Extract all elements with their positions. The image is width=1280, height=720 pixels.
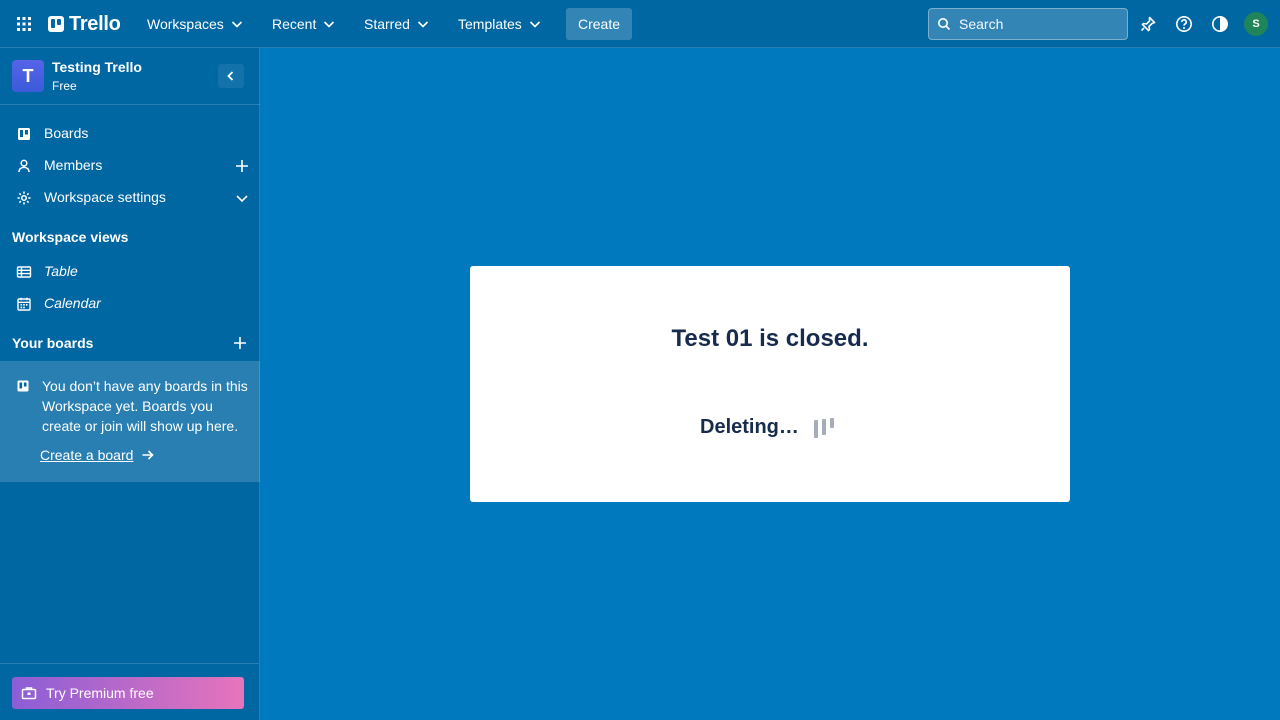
loading-spinner-icon (814, 418, 836, 438)
sidebar-item-members[interactable]: Members (0, 149, 259, 181)
chevron-down-icon (324, 21, 335, 28)
chevron-down-icon (417, 21, 428, 28)
sidebar-item-table[interactable]: Table (0, 255, 259, 287)
add-board-icon[interactable] (232, 335, 248, 351)
sidebar-item-workspace-settings[interactable]: Workspace settings (0, 181, 259, 213)
table-icon (16, 266, 32, 278)
your-boards-heading: Your boards (12, 335, 94, 351)
sidebar-item-boards[interactable]: Boards (0, 117, 259, 149)
create-board-link-label: Create a board (40, 447, 134, 463)
sidebar-item-label: Calendar (44, 295, 101, 311)
top-header: Trello Workspaces Recent Starred Templat… (0, 0, 1280, 48)
briefcase-icon (21, 687, 37, 700)
sidebar-item-label: Members (44, 157, 103, 173)
nav-recent[interactable]: Recent (272, 8, 336, 40)
try-premium-label: Try Premium free (46, 685, 154, 701)
board-icon (17, 380, 29, 392)
search-icon (938, 18, 951, 31)
trello-logo-icon (48, 16, 64, 32)
workspace-header: T Testing Trello Free (0, 48, 260, 105)
add-member-icon[interactable] (234, 158, 250, 174)
nav-templates[interactable]: Templates (458, 8, 542, 40)
empty-boards-panel: You don’t have any boards in this Worksp… (0, 361, 260, 482)
deleting-status: Deleting… (700, 416, 799, 438)
logo-text: Trello (69, 12, 121, 35)
board-icon (18, 128, 30, 140)
chevron-left-icon (227, 71, 234, 81)
gear-icon (17, 191, 31, 205)
chevron-down-icon (236, 195, 248, 203)
nav-starred[interactable]: Starred (364, 8, 430, 40)
premium-section: Try Premium free (0, 663, 259, 720)
workspace-name[interactable]: Testing Trello (52, 59, 142, 75)
trello-logo[interactable]: Trello (48, 12, 121, 35)
sidebar-item-label: Workspace settings (44, 189, 166, 205)
arrow-right-icon (142, 450, 155, 460)
nav-templates-label: Templates (458, 16, 522, 32)
board-closed-dialog: Test 01 is closed. Deleting… (470, 266, 1070, 502)
sidebar-item-calendar[interactable]: Calendar (0, 287, 259, 319)
workspace-plan: Free (52, 79, 77, 93)
search-box[interactable] (928, 8, 1128, 40)
workspace-avatar[interactable]: T (12, 60, 44, 92)
sidebar-item-label: Boards (44, 125, 89, 141)
avatar[interactable]: S (1244, 12, 1268, 36)
create-board-link[interactable]: Create a board (40, 447, 155, 463)
nav-workspaces[interactable]: Workspaces (147, 8, 244, 40)
theme-toggle-icon[interactable] (1208, 12, 1232, 36)
empty-boards-message: You don’t have any boards in this Worksp… (42, 378, 248, 434)
nav-starred-label: Starred (364, 16, 410, 32)
sidebar: T Testing Trello Free Boards Members Wor… (0, 48, 260, 720)
nav-workspaces-label: Workspaces (147, 16, 224, 32)
search-input[interactable] (959, 16, 1109, 32)
create-button[interactable]: Create (566, 8, 632, 40)
app-switcher-icon[interactable] (16, 16, 32, 32)
person-icon (18, 159, 30, 173)
dialog-title: Test 01 is closed. (671, 325, 869, 352)
try-premium-button[interactable]: Try Premium free (12, 677, 244, 709)
chevron-down-icon (231, 21, 242, 28)
collapse-sidebar-button[interactable] (218, 64, 244, 88)
notifications-icon[interactable] (1136, 12, 1160, 36)
calendar-icon (17, 297, 31, 311)
workspace-views-heading: Workspace views (12, 229, 129, 245)
chevron-down-icon (529, 21, 540, 28)
sidebar-item-label: Table (44, 263, 78, 279)
nav-recent-label: Recent (272, 16, 317, 32)
help-icon[interactable] (1172, 12, 1196, 36)
